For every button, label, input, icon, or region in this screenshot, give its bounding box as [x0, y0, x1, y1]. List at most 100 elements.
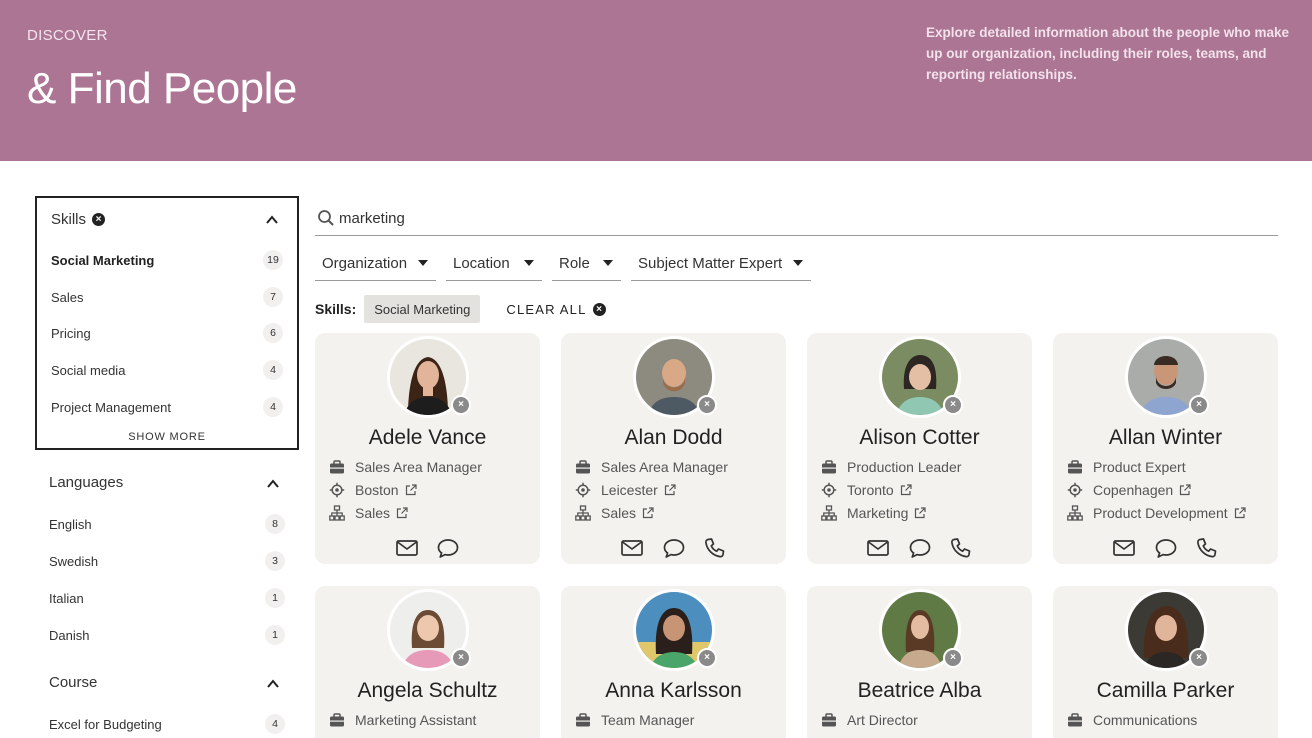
remove-icon[interactable]: ×: [451, 395, 471, 415]
facet-item[interactable]: Swedish 3: [49, 550, 285, 572]
filter-sme-dropdown[interactable]: Subject Matter Expert: [631, 247, 811, 281]
department-text: Sales: [601, 505, 637, 521]
person-name[interactable]: Alan Dodd: [561, 426, 786, 450]
facet-skills: Skills × Social Marketing 19 Sales 7 Pri…: [35, 196, 299, 450]
chevron-up-icon[interactable]: [265, 213, 279, 227]
chat-icon[interactable]: [1154, 537, 1178, 559]
person-card[interactable]: × Adele Vance Sales Area Manager Boston …: [315, 333, 540, 564]
remove-icon[interactable]: ×: [697, 395, 717, 415]
role-text: Sales Area Manager: [355, 459, 482, 475]
mail-icon[interactable]: [620, 537, 644, 559]
external-link-icon[interactable]: [914, 507, 926, 519]
role-text: Production Leader: [847, 459, 962, 475]
contact-actions: [315, 537, 540, 559]
person-location[interactable]: Leicester: [575, 481, 778, 499]
facet-item-count: 1: [265, 588, 285, 608]
filter-chip[interactable]: Social Marketing: [364, 295, 481, 323]
person-card[interactable]: × Alison Cotter Production Leader Toront…: [807, 333, 1032, 564]
person-card[interactable]: × Beatrice Alba Art Director: [807, 586, 1032, 738]
chat-icon[interactable]: [908, 537, 932, 559]
external-link-icon[interactable]: [1179, 484, 1191, 496]
facet-item-label: Pricing: [51, 325, 91, 341]
location-text: Leicester: [601, 482, 658, 498]
external-link-icon[interactable]: [664, 484, 676, 496]
facet-skills-header[interactable]: Skills ×: [51, 211, 106, 228]
facet-item-count: 7: [263, 287, 283, 307]
active-filters: Skills: Social Marketing CLEAR ALL ×: [315, 295, 606, 323]
facet-item-label: Italian: [49, 590, 84, 606]
remove-icon[interactable]: ×: [943, 395, 963, 415]
facet-item[interactable]: Sales 7: [51, 286, 283, 308]
phone-icon[interactable]: [1195, 537, 1219, 559]
remove-icon[interactable]: ×: [697, 648, 717, 668]
person-department[interactable]: Product Development: [1067, 504, 1270, 522]
person-name[interactable]: Camilla Parker: [1053, 679, 1278, 703]
remove-icon[interactable]: ×: [451, 648, 471, 668]
role-text: Product Expert: [1093, 459, 1186, 475]
person-location[interactable]: Toronto: [821, 481, 1024, 499]
remove-icon[interactable]: ×: [943, 648, 963, 668]
person-location[interactable]: Copenhagen: [1067, 481, 1270, 499]
person-card[interactable]: × Allan Winter Product Expert Copenhagen…: [1053, 333, 1278, 564]
remove-icon[interactable]: ×: [1189, 395, 1209, 415]
facet-course-header[interactable]: Course: [49, 674, 97, 691]
mail-icon[interactable]: [395, 537, 419, 559]
chevron-up-icon[interactable]: [266, 477, 280, 491]
person-name[interactable]: Allan Winter: [1053, 426, 1278, 450]
filter-location-dropdown[interactable]: Location: [446, 247, 542, 281]
phone-icon[interactable]: [703, 537, 727, 559]
briefcase-icon: [821, 459, 837, 475]
role-text: Marketing Assistant: [355, 712, 477, 728]
facet-languages-header[interactable]: Languages: [49, 474, 123, 491]
department-text: Marketing: [847, 505, 909, 521]
facet-item-count: 8: [265, 514, 285, 534]
person-location[interactable]: Boston: [329, 481, 532, 499]
page-header: DISCOVER & Find People Explore detailed …: [0, 0, 1312, 161]
header-description: Explore detailed information about the p…: [926, 25, 1290, 82]
show-more-button[interactable]: SHOW MORE: [37, 431, 297, 443]
person-name[interactable]: Adele Vance: [315, 426, 540, 450]
chat-icon[interactable]: [662, 537, 686, 559]
person-department[interactable]: Sales: [329, 504, 532, 522]
briefcase-icon: [575, 712, 591, 728]
facet-item[interactable]: Pricing 6: [51, 322, 283, 344]
facet-item[interactable]: Project Management 4: [51, 396, 283, 418]
phone-icon[interactable]: [949, 537, 973, 559]
facet-item[interactable]: Social Marketing 19: [51, 249, 283, 271]
facet-item-label: Swedish: [49, 553, 99, 569]
external-link-icon[interactable]: [405, 484, 417, 496]
caret-down-icon: [603, 260, 613, 266]
filter-role-dropdown[interactable]: Role: [552, 247, 621, 281]
external-link-icon[interactable]: [900, 484, 912, 496]
person-name[interactable]: Beatrice Alba: [807, 679, 1032, 703]
facet-item[interactable]: Italian 1: [49, 587, 285, 609]
external-link-icon[interactable]: [642, 507, 654, 519]
facet-item[interactable]: Excel for Budgeting 4: [49, 713, 285, 735]
person-card[interactable]: × Alan Dodd Sales Area Manager Leicester…: [561, 333, 786, 564]
person-name[interactable]: Alison Cotter: [807, 426, 1032, 450]
chat-icon[interactable]: [436, 537, 460, 559]
department-text: Product Development: [1093, 505, 1228, 521]
role-text: Art Director: [847, 712, 918, 728]
person-name[interactable]: Anna Karlsson: [561, 679, 786, 703]
facet-item[interactable]: English 8: [49, 513, 285, 535]
location-icon: [575, 482, 591, 498]
external-link-icon[interactable]: [396, 507, 408, 519]
remove-icon[interactable]: ×: [1189, 648, 1209, 668]
person-card[interactable]: × Angela Schultz Marketing Assistant: [315, 586, 540, 738]
person-card[interactable]: × Anna Karlsson Team Manager: [561, 586, 786, 738]
person-department[interactable]: Marketing: [821, 504, 1024, 522]
person-card[interactable]: × Camilla Parker Communications: [1053, 586, 1278, 738]
filter-organization-dropdown[interactable]: Organization: [315, 247, 436, 281]
mail-icon[interactable]: [1112, 537, 1136, 559]
chevron-up-icon[interactable]: [266, 677, 280, 691]
search-input[interactable]: [339, 206, 939, 230]
contact-actions: [807, 537, 1032, 559]
person-name[interactable]: Angela Schultz: [315, 679, 540, 703]
clear-facet-icon[interactable]: ×: [92, 213, 106, 226]
external-link-icon[interactable]: [1234, 507, 1246, 519]
person-department[interactable]: Sales: [575, 504, 778, 522]
mail-icon[interactable]: [866, 537, 890, 559]
facet-item[interactable]: Social media 4: [51, 359, 283, 381]
clear-all-button[interactable]: CLEAR ALL ×: [506, 302, 606, 317]
